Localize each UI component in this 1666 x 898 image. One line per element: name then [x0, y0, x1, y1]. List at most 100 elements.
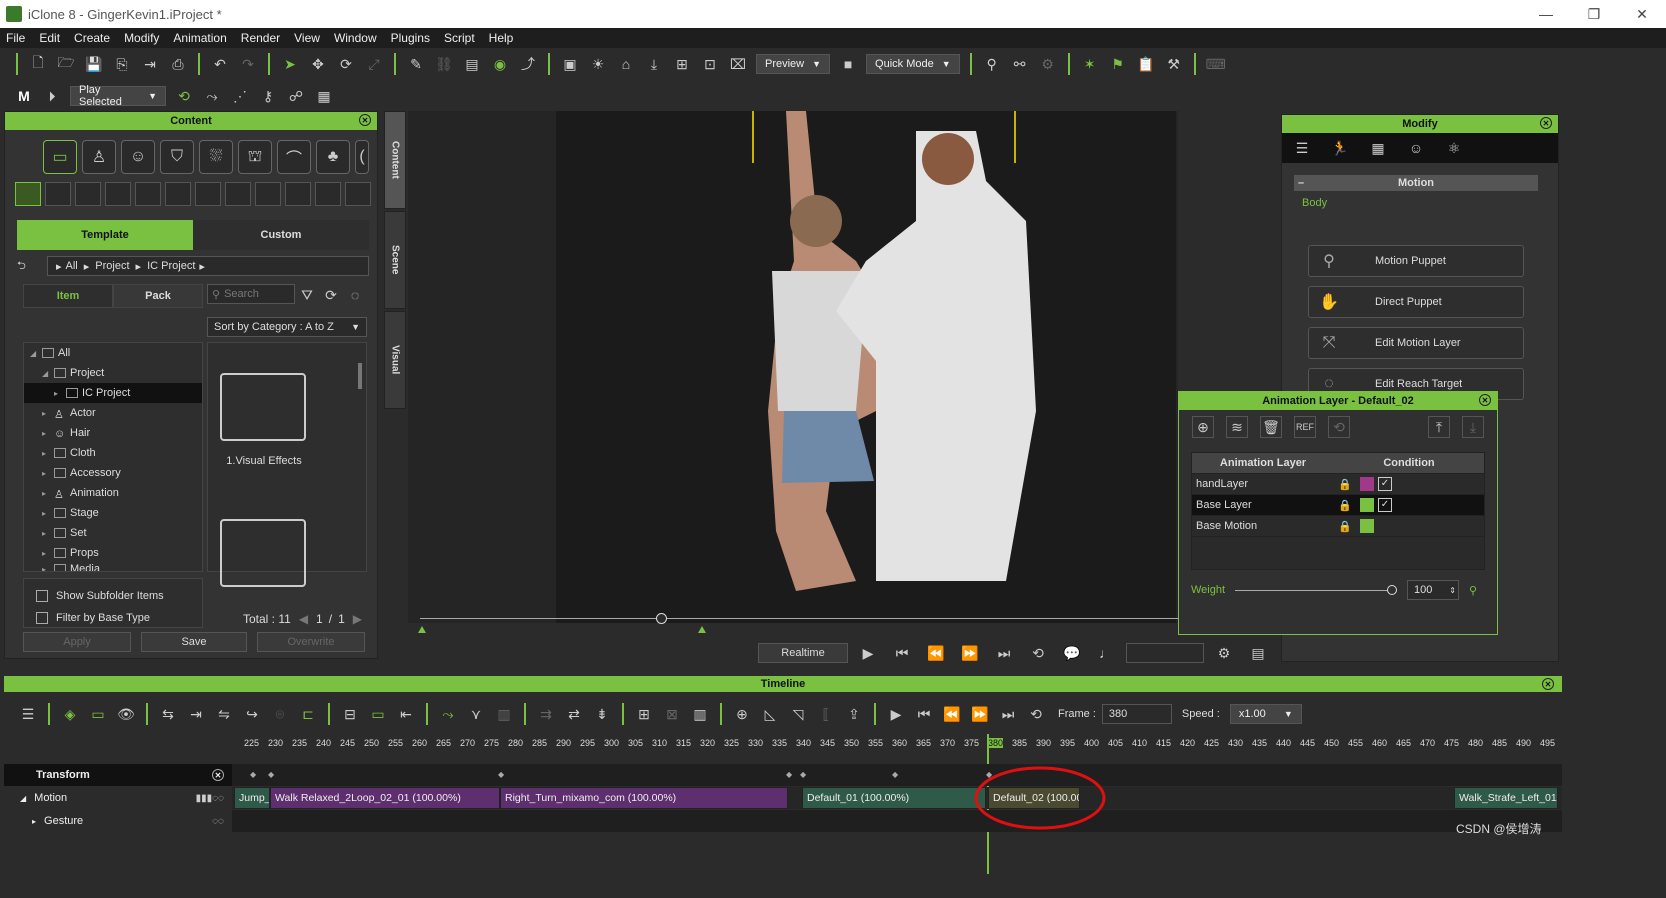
menu-edit[interactable]: Edit [39, 31, 60, 45]
tree-item-hair[interactable]: ▸ ☺ Hair [24, 423, 202, 443]
layer-checkbox[interactable]: ✓ [1378, 477, 1392, 491]
bracket-disabled-icon[interactable]: ⟦ [815, 703, 837, 725]
close-icon[interactable]: ✕ [1542, 678, 1554, 690]
keyframe-icon[interactable]: ◆ [498, 770, 504, 779]
subcategory-slot[interactable] [315, 182, 341, 206]
face-icon[interactable]: ☺ [1405, 137, 1427, 159]
motion-section-header[interactable]: – Motion [1294, 175, 1538, 191]
settings-gear-icon[interactable]: ⚙ [1213, 642, 1235, 664]
side-tab-scene[interactable]: Scene [384, 211, 406, 309]
script-icon[interactable]: ▦ [313, 85, 335, 107]
menu-view[interactable]: View [294, 31, 320, 45]
weight-slider-handle[interactable] [1387, 584, 1397, 595]
subtitle-icon[interactable]: 💬 [1061, 642, 1083, 664]
redo-icon[interactable]: ↷ [237, 53, 259, 75]
move-icon[interactable]: ✥ [307, 53, 329, 75]
folder-thumbnail[interactable] [220, 373, 306, 441]
quick-mode-dropdown[interactable]: Quick Mode ▼ [866, 54, 960, 74]
show-subfolder-checkbox[interactable]: Show Subfolder Items [36, 587, 190, 605]
motion-lane[interactable]: Jump_ Walk Relaxed_2Loop_02_01 (100.00%)… [232, 787, 1562, 809]
expand-icon[interactable]: ◢ [20, 794, 26, 803]
usb-icon[interactable]: ⎙ [167, 53, 189, 75]
play-icon[interactable]: ▶ [857, 642, 879, 664]
tree-item-set[interactable]: ▸ Set [24, 523, 202, 543]
checker-icon[interactable]: ▦ [1367, 137, 1389, 159]
flatten-icon[interactable]: ⇟ [591, 703, 613, 725]
subcategory-slot[interactable] [345, 182, 371, 206]
camera-view-icon[interactable]: ⌧ [727, 53, 749, 75]
loop-icon[interactable]: ⟲ [1027, 642, 1049, 664]
lock-icon[interactable]: 🔒 [1334, 520, 1356, 533]
tab-custom[interactable]: Custom [193, 220, 369, 250]
tree-item-media[interactable]: ▸ Media [24, 563, 202, 571]
save-button[interactable]: Save [141, 632, 247, 652]
collapse-icon[interactable]: – [1298, 177, 1304, 189]
edge-right-icon[interactable]: ◹ [787, 703, 809, 725]
subcategory-slot[interactable] [195, 182, 221, 206]
close-icon[interactable]: ✕ [1618, 0, 1666, 28]
picker-icon[interactable]: ✎ [405, 53, 427, 75]
layer-color-swatch[interactable] [1360, 477, 1374, 491]
transform-lane[interactable]: ◆ ◆ ◆ ◆ ◆ ◆ ◆ [232, 764, 1562, 786]
track-motion[interactable]: ◢ Motion ▮▮▮◌◌ [4, 787, 232, 809]
gesture-lane[interactable] [232, 810, 1562, 832]
play-circle-icon[interactable]: ⏵ [41, 85, 63, 107]
atom-icon[interactable]: ⚛ [1443, 137, 1465, 159]
menu-window[interactable]: Window [334, 31, 377, 45]
physics-icon[interactable]: ⚙ [1037, 53, 1059, 75]
blend-icon[interactable]: ⋎ [465, 703, 487, 725]
align-icon[interactable]: ▤ [461, 53, 483, 75]
timecode-field[interactable] [1126, 643, 1204, 663]
actor-icon[interactable]: ♙ [82, 140, 116, 174]
merge-icon[interactable]: ⟲ [1328, 416, 1350, 438]
key-add-icon[interactable]: ◈ [59, 703, 81, 725]
fit-clip-icon[interactable]: ⊏ [297, 703, 319, 725]
folder-thumbnail[interactable] [220, 519, 306, 587]
realtime-button[interactable]: Realtime [758, 643, 848, 663]
head-icon[interactable]: ☺ [121, 140, 155, 174]
timeline-play-icon[interactable]: ▶ [885, 703, 907, 725]
3d-viewport[interactable] [408, 111, 1178, 623]
export-clip-icon[interactable]: ⇪ [843, 703, 865, 725]
delete-trash-icon[interactable]: 🗑 [1260, 416, 1282, 438]
keyframe-icon[interactable]: ◆ [786, 770, 792, 779]
md-logo-icon[interactable]: M [13, 85, 35, 107]
play-selected-dropdown[interactable]: Play Selected ▼ [70, 84, 166, 108]
next-frame-icon[interactable]: ⏩ [959, 642, 981, 664]
link-disabled-icon[interactable]: ⇉ [535, 703, 557, 725]
tree-icon[interactable]: ♣ [316, 140, 350, 174]
table-row[interactable]: Base Layer 🔒 ✓ [1192, 495, 1484, 516]
tab-item[interactable]: Item [23, 284, 113, 308]
menu-animation[interactable]: Animation [173, 31, 226, 45]
timeline-loop-icon[interactable]: ⟲ [1025, 703, 1047, 725]
menu-render[interactable]: Render [241, 31, 280, 45]
clipboard-icon[interactable]: 📋 [1135, 53, 1157, 75]
insert-icon[interactable]: ⇥ [185, 703, 207, 725]
tree-item-all[interactable]: ◢ All [24, 343, 202, 363]
fk-icon[interactable]: ⚯ [1009, 53, 1031, 75]
fit-icon[interactable]: ⊞ [671, 53, 693, 75]
scrollbar[interactable] [358, 363, 362, 389]
layer-color-swatch[interactable] [1360, 498, 1374, 512]
track-options-icon[interactable]: ▮▮▮◌◌ [196, 793, 224, 804]
track-options-icon[interactable]: ◌◌ [212, 816, 224, 827]
project-folder-icon[interactable]: ▭ [43, 140, 77, 174]
range-start-marker[interactable] [418, 626, 426, 633]
export-icon[interactable]: ⇥ [139, 53, 161, 75]
keyframe-icon[interactable]: ◆ [250, 770, 256, 779]
timeline-start-icon[interactable]: ⏮ [913, 703, 935, 725]
transition-icon[interactable]: ⇋ [213, 703, 235, 725]
filter-base-checkbox[interactable]: Filter by Base Type [36, 609, 190, 627]
tree-item-cloth[interactable]: ▸ Cloth [24, 443, 202, 463]
side-tab-visual[interactable]: Visual [384, 311, 406, 409]
stage-icon[interactable]: ⛆ [199, 140, 233, 174]
menu-plugins[interactable]: Plugins [391, 31, 430, 45]
subcategory-slot[interactable] [225, 182, 251, 206]
motion-clip[interactable]: Default_01 (100.00%) [802, 787, 986, 809]
select-arrow-icon[interactable]: ➤ [279, 53, 301, 75]
layers-icon[interactable]: ≋ [1226, 416, 1248, 438]
tree-item-stage[interactable]: ▸ Stage [24, 503, 202, 523]
music-icon[interactable]: ♩ [1095, 642, 1117, 664]
timeline-next-icon[interactable]: ⏩ [969, 703, 991, 725]
render-area[interactable] [556, 111, 1176, 623]
